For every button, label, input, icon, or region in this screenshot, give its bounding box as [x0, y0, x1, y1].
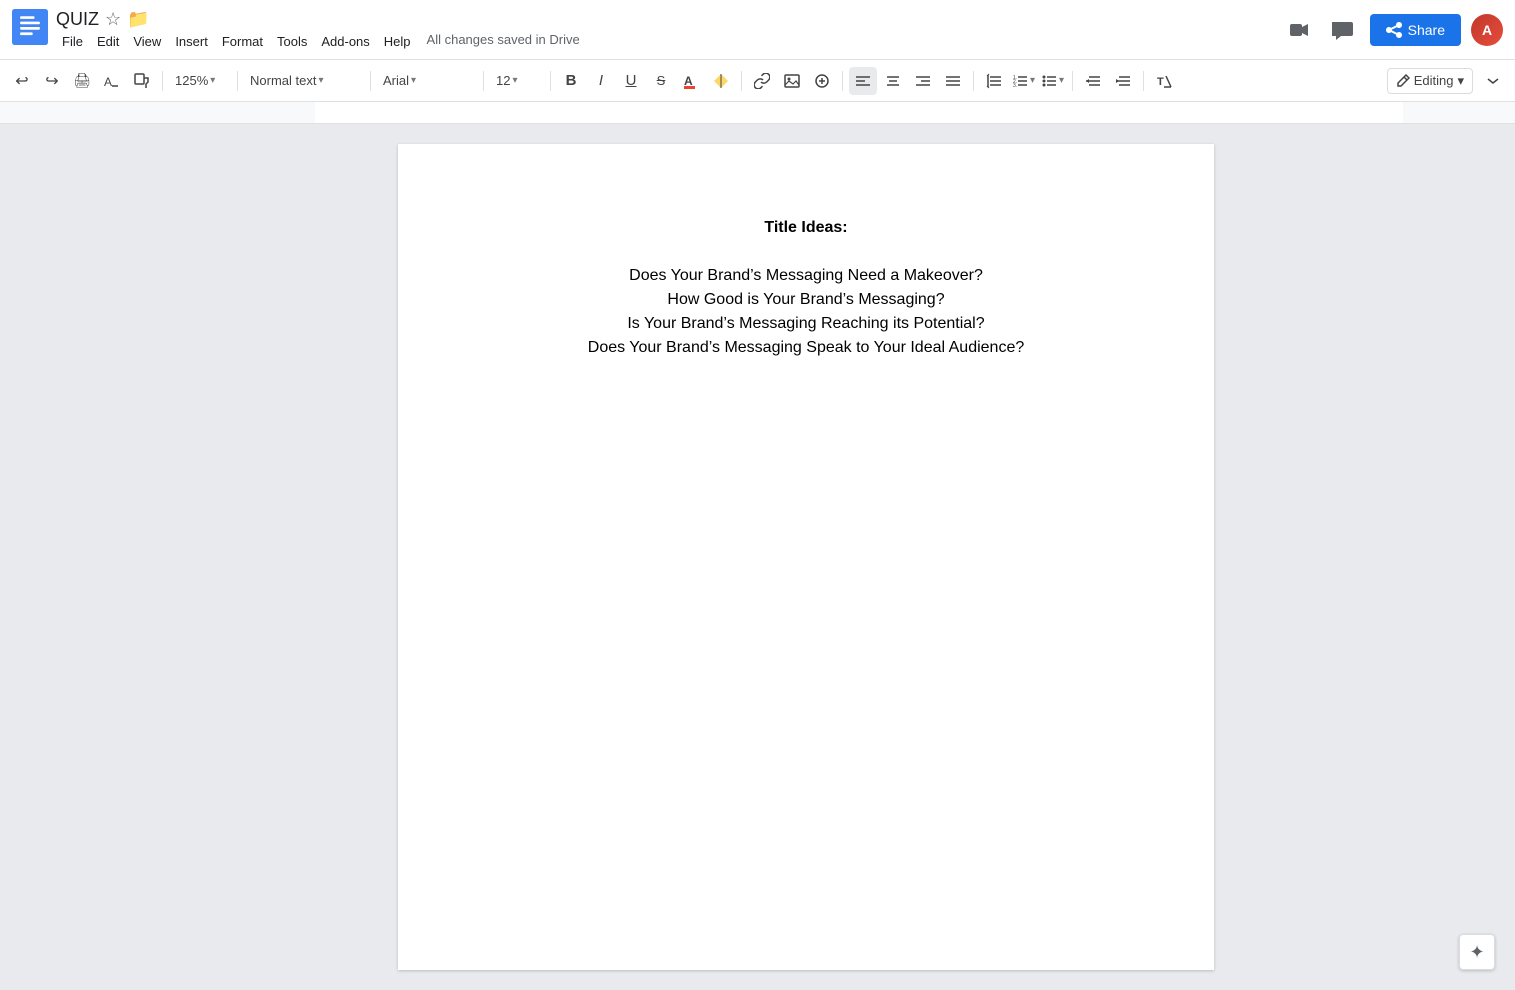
font-size-dropdown[interactable]: 12 ▾: [490, 66, 544, 96]
bold-button[interactable]: B: [557, 67, 585, 95]
svg-text:T: T: [1157, 76, 1164, 88]
redo-button[interactable]: ↪: [38, 67, 66, 95]
edit-pencil-icon: [1396, 74, 1410, 88]
menu-edit[interactable]: Edit: [91, 32, 125, 51]
expand-toolbar-button[interactable]: [1479, 67, 1507, 95]
title-line-3: Is Your Brand’s Messaging Reaching its P…: [494, 312, 1118, 336]
clear-formatting-button[interactable]: T: [1150, 67, 1178, 95]
zoom-dropdown[interactable]: 125% ▾: [169, 66, 231, 96]
increase-indent-button[interactable]: [1109, 67, 1137, 95]
share-label: Share: [1408, 22, 1445, 38]
paint-format-button[interactable]: [128, 67, 156, 95]
sep-6: [741, 71, 742, 91]
editing-arrow: ▾: [1457, 73, 1464, 89]
image-button[interactable]: [778, 67, 806, 95]
comments-icon[interactable]: [1326, 13, 1360, 47]
menu-view[interactable]: View: [127, 32, 167, 51]
sep-9: [1072, 71, 1073, 91]
size-value: 12: [496, 73, 510, 88]
underline-icon: U: [626, 72, 637, 89]
save-status: All changes saved in Drive: [427, 32, 580, 51]
ruler-white-area: [315, 102, 1403, 123]
num-list-arrow: ▾: [1030, 75, 1035, 86]
align-center-button[interactable]: [879, 67, 907, 95]
share-button[interactable]: Share: [1370, 14, 1461, 46]
title-lines: Does Your Brand’s Messaging Need a Makeo…: [494, 264, 1118, 360]
editing-label: Editing: [1414, 73, 1454, 88]
sep-8: [973, 71, 974, 91]
font-arrow: ▾: [411, 75, 416, 86]
highlight-button[interactable]: [707, 67, 735, 95]
sep-10: [1143, 71, 1144, 91]
font-value: Arial: [383, 73, 409, 88]
menu-format[interactable]: Format: [216, 32, 269, 51]
sep-4: [483, 71, 484, 91]
folder-icon[interactable]: 📁: [127, 9, 149, 30]
style-value: Normal text: [250, 73, 316, 88]
page-content: Title Ideas: Does Your Brand’s Messaging…: [494, 216, 1118, 360]
italic-button[interactable]: I: [587, 67, 615, 95]
bullet-list-arrow: ▾: [1059, 75, 1064, 86]
main-area: Title Ideas: Does Your Brand’s Messaging…: [0, 124, 1515, 990]
menu-addons[interactable]: Add-ons: [315, 32, 375, 51]
decrease-indent-button[interactable]: [1079, 67, 1107, 95]
style-arrow: ▾: [318, 75, 323, 86]
doc-title-area: QUIZ ☆ 📁 File Edit View Insert Format To…: [56, 9, 1274, 51]
underline-button[interactable]: U: [617, 67, 645, 95]
menu-insert[interactable]: Insert: [169, 32, 214, 51]
doc-title[interactable]: QUIZ: [56, 9, 99, 30]
sidebar-right: [1403, 124, 1515, 990]
svg-text:3.: 3.: [1013, 83, 1017, 89]
title-ideas-heading: Title Ideas:: [494, 216, 1118, 240]
svg-text:A: A: [104, 75, 112, 89]
account-avatar[interactable]: A: [1471, 14, 1503, 46]
top-bar: QUIZ ☆ 📁 File Edit View Insert Format To…: [0, 0, 1515, 60]
line-spacing-button[interactable]: [980, 67, 1008, 95]
explore-button[interactable]: ✦: [1459, 934, 1495, 970]
menu-file[interactable]: File: [56, 32, 89, 51]
menu-tools[interactable]: Tools: [271, 32, 313, 51]
numbered-list-dropdown[interactable]: 1.2.3. ▾: [1010, 66, 1037, 96]
sidebar-left: [0, 124, 209, 990]
toolbar: ↩ ↪ 🖨 A 125% ▾ Normal text ▾ Arial ▾ 12 …: [0, 60, 1515, 102]
align-left-button[interactable]: [849, 67, 877, 95]
strikethrough-button[interactable]: S: [647, 67, 675, 95]
title-line-1: Does Your Brand’s Messaging Need a Makeo…: [494, 264, 1118, 288]
bullet-list-dropdown[interactable]: ▾: [1039, 66, 1066, 96]
document-page[interactable]: Title Ideas: Does Your Brand’s Messaging…: [398, 144, 1214, 970]
link-button[interactable]: [748, 67, 776, 95]
meet-icon[interactable]: [1282, 13, 1316, 47]
justify-button[interactable]: [939, 67, 967, 95]
title-line-2: How Good is Your Brand’s Messaging?: [494, 288, 1118, 312]
size-arrow: ▾: [512, 75, 517, 86]
menu-bar: File Edit View Insert Format Tools Add-o…: [56, 32, 1274, 51]
menu-help[interactable]: Help: [378, 32, 417, 51]
title-line-4: Does Your Brand’s Messaging Speak to You…: [494, 336, 1118, 360]
sep-5: [550, 71, 551, 91]
zoom-arrow: ▾: [210, 75, 215, 86]
align-right-button[interactable]: [909, 67, 937, 95]
spellcheck-button[interactable]: A: [98, 67, 126, 95]
undo-button[interactable]: ↩: [8, 67, 36, 95]
editing-mode-dropdown[interactable]: Editing ▾: [1387, 68, 1473, 94]
print-button[interactable]: 🖨: [68, 67, 96, 95]
style-dropdown[interactable]: Normal text ▾: [244, 66, 364, 96]
sep-1: [162, 71, 163, 91]
doc-app-icon[interactable]: [12, 9, 48, 50]
insert-more-button[interactable]: [808, 67, 836, 95]
svg-text:A: A: [684, 74, 693, 88]
sep-7: [842, 71, 843, 91]
sep-2: [237, 71, 238, 91]
page-area: Title Ideas: Does Your Brand’s Messaging…: [209, 124, 1403, 990]
top-right-actions: Share A: [1282, 13, 1503, 47]
text-color-button[interactable]: A: [677, 67, 705, 95]
ruler: [0, 102, 1515, 124]
star-icon[interactable]: ☆: [105, 9, 121, 30]
font-dropdown[interactable]: Arial ▾: [377, 66, 477, 96]
sep-3: [370, 71, 371, 91]
zoom-value: 125%: [175, 73, 208, 88]
